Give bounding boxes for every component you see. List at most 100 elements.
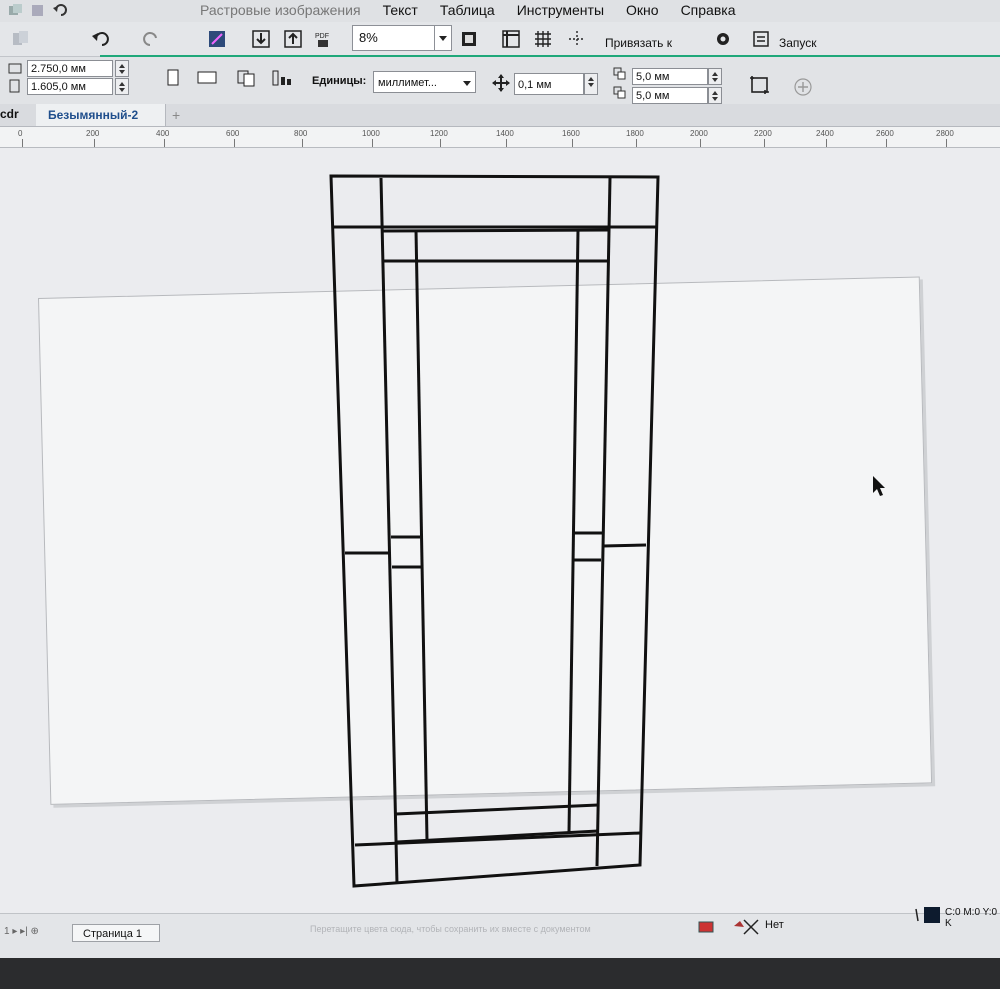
ruler-tick bbox=[572, 139, 573, 147]
ruler-tick bbox=[94, 139, 95, 147]
ruler-tick bbox=[440, 139, 441, 147]
page-width-spinner[interactable] bbox=[115, 60, 129, 77]
menu-bitmaps[interactable]: Растровые изображения bbox=[200, 2, 361, 18]
paste-icon[interactable] bbox=[30, 3, 46, 17]
page-border-icon[interactable] bbox=[748, 74, 772, 94]
status-bar: 1 ▸ ▸| ⊕ Страница 1 Перетащите цвета сюд… bbox=[0, 907, 1000, 959]
ruler-label: 2400 bbox=[816, 129, 834, 138]
drawing-canvas[interactable] bbox=[0, 148, 1000, 913]
horizontal-ruler[interactable]: 0 200 400 600 800 1000 1200 1400 1600 18… bbox=[0, 127, 1000, 148]
outline-pen-icon bbox=[912, 905, 942, 928]
current-page-icon[interactable] bbox=[270, 68, 294, 88]
undo-button[interactable] bbox=[90, 28, 112, 50]
ruler-tick bbox=[234, 139, 235, 147]
door-frame-lines bbox=[329, 174, 660, 888]
duplicate-x-field[interactable]: 5,0 мм bbox=[632, 68, 708, 85]
page-width-icon bbox=[6, 60, 24, 80]
show-rulers-icon[interactable] bbox=[500, 28, 522, 50]
ruler-label: 600 bbox=[226, 129, 240, 138]
ruler-tick bbox=[164, 139, 165, 147]
nudge-distance-field[interactable]: 0,1 мм bbox=[514, 73, 584, 95]
units-select[interactable]: миллимет... bbox=[373, 71, 476, 93]
tab-document[interactable]: Безымянный-2 bbox=[36, 104, 166, 126]
document-tabs: cdr Безымянный-2 + bbox=[0, 104, 1000, 127]
landscape-orientation-icon[interactable] bbox=[196, 68, 220, 88]
undo-icon[interactable] bbox=[52, 3, 68, 17]
cut-icon[interactable] bbox=[10, 28, 32, 50]
ruler-tick bbox=[764, 139, 765, 147]
import-button[interactable] bbox=[250, 28, 272, 50]
right-stile bbox=[595, 177, 612, 867]
duplicate-x-spinner[interactable] bbox=[708, 68, 722, 85]
launch-button[interactable]: Запуск bbox=[779, 36, 817, 50]
menu-bar: Растровые изображения Текст Таблица Инст… bbox=[0, 0, 1000, 23]
options-gear-icon[interactable] bbox=[712, 28, 734, 50]
ruler-tick bbox=[946, 139, 947, 147]
chevron-down-icon[interactable] bbox=[434, 26, 451, 50]
page-navigation[interactable]: 1 ▸ ▸| ⊕ bbox=[4, 926, 39, 937]
inner-right-stile bbox=[567, 229, 580, 833]
ruler-label: 1600 bbox=[562, 129, 580, 138]
ruler-tick bbox=[886, 139, 887, 147]
all-pages-icon[interactable] bbox=[236, 68, 260, 88]
tab-app[interactable]: cdr bbox=[0, 107, 19, 121]
page-height-spinner[interactable] bbox=[115, 78, 129, 95]
copy-icon[interactable] bbox=[8, 3, 24, 17]
duplicate-y-spinner[interactable] bbox=[708, 87, 722, 104]
import-icon[interactable] bbox=[206, 28, 228, 50]
taskbar-strip bbox=[0, 958, 1000, 989]
ruler-tick bbox=[372, 139, 373, 147]
add-page-plus-icon[interactable] bbox=[792, 76, 814, 96]
launch-icon[interactable] bbox=[750, 28, 772, 50]
svg-text:PDF: PDF bbox=[315, 33, 329, 40]
ruler-label: 800 bbox=[294, 129, 308, 138]
ruler-label: 200 bbox=[86, 129, 100, 138]
ruler-tick bbox=[826, 139, 827, 147]
ruler-label: 2000 bbox=[690, 129, 708, 138]
page-tab[interactable]: Страница 1 bbox=[72, 924, 160, 942]
portrait-orientation-icon[interactable] bbox=[164, 68, 182, 88]
menu-help[interactable]: Справка bbox=[681, 2, 736, 18]
ruler-label: 0 bbox=[18, 129, 23, 138]
ruler-label: 1400 bbox=[496, 129, 514, 138]
units-label: Единицы: bbox=[312, 75, 367, 87]
menu-text[interactable]: Текст bbox=[383, 2, 418, 18]
redo-button[interactable] bbox=[140, 28, 162, 50]
export-button[interactable] bbox=[282, 28, 304, 50]
no-fill-x-icon bbox=[732, 918, 760, 939]
new-tab-plus-icon[interactable]: + bbox=[172, 107, 180, 123]
standard-toolbar: PDF bbox=[0, 22, 1000, 57]
ruler-tick bbox=[302, 139, 303, 147]
ruler-label: 2200 bbox=[754, 129, 772, 138]
nudge-spinner[interactable] bbox=[584, 73, 598, 95]
ruler-label: 2600 bbox=[876, 129, 894, 138]
duplicate-y-icon bbox=[612, 85, 630, 105]
palette-hint: Перетащите цвета сюда, чтобы сохранить и… bbox=[310, 924, 591, 934]
duplicate-y-field[interactable]: 5,0 мм bbox=[632, 87, 708, 104]
page-width-field[interactable]: 2.750,0 мм bbox=[27, 60, 113, 77]
menu-tools[interactable]: Инструменты bbox=[517, 2, 604, 18]
show-guidelines-icon[interactable] bbox=[566, 28, 588, 50]
page-height-field[interactable]: 1.605,0 мм bbox=[27, 78, 113, 95]
ruler-label: 1800 bbox=[626, 129, 644, 138]
page-height-icon bbox=[6, 78, 24, 98]
zoom-level-value: 8% bbox=[359, 30, 378, 45]
menu-table[interactable]: Таблица bbox=[440, 2, 495, 18]
duplicate-x-icon bbox=[612, 66, 630, 86]
publish-pdf-icon[interactable]: PDF bbox=[314, 28, 336, 50]
color-readout: C:0 M:0 Y:0 K bbox=[945, 907, 998, 929]
inner-left-stile bbox=[414, 229, 429, 841]
fill-icon bbox=[698, 920, 714, 937]
zoom-level-select[interactable]: 8% bbox=[352, 25, 452, 51]
mouse-cursor-icon bbox=[873, 476, 885, 496]
show-grid-icon[interactable] bbox=[532, 28, 554, 50]
ruler-label: 400 bbox=[156, 129, 170, 138]
ruler-label: 2800 bbox=[936, 129, 954, 138]
fullscreen-preview-icon[interactable] bbox=[458, 28, 480, 50]
left-stile bbox=[379, 177, 399, 885]
mid-rail-right-outer bbox=[602, 543, 647, 548]
snap-to-button[interactable]: Привязать к bbox=[605, 36, 672, 50]
menu-window[interactable]: Окно bbox=[626, 2, 659, 18]
door-frame-drawing[interactable] bbox=[0, 148, 1000, 913]
ruler-tick bbox=[700, 139, 701, 147]
